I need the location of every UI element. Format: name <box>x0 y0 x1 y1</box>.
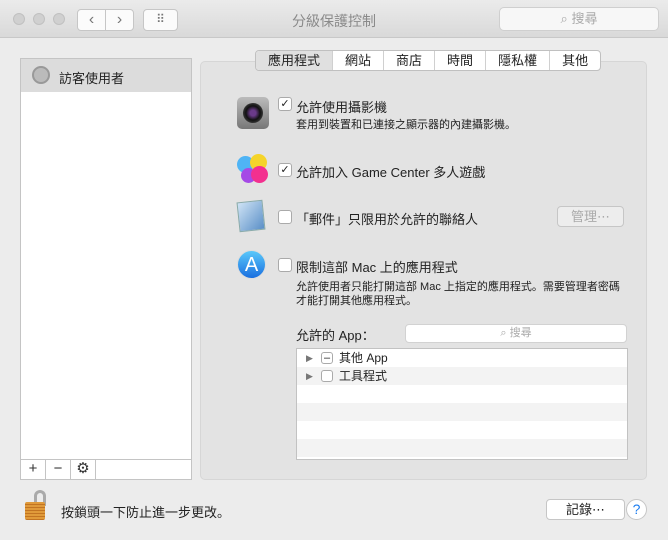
app-store-icon: A <box>237 250 266 279</box>
tab-privacy[interactable]: 隱私權 <box>486 51 551 70</box>
lock-text: 按鎖頭一下防止進一步更改。 <box>61 505 231 520</box>
list-item[interactable]: ▶ – 其他 App <box>297 349 627 367</box>
allowed-apps-search[interactable]: ⌕ 搜尋 <box>405 324 627 343</box>
help-button[interactable]: ? <box>626 499 647 520</box>
user-list: 訪客使用者 <box>20 58 192 460</box>
user-list-toolbar: + − ⚙ <box>20 459 192 480</box>
manage-contacts-button[interactable]: 管理⋯ <box>557 206 624 227</box>
remove-user-button[interactable]: − <box>46 460 71 479</box>
limit-apps-description-2: 才能打開其他應用程式。 <box>296 295 417 307</box>
tab-stores[interactable]: 商店 <box>384 51 436 70</box>
camera-checkbox[interactable]: ✓ <box>278 97 292 111</box>
other-apps-checkbox[interactable]: – <box>321 352 333 364</box>
tab-apps[interactable]: 應用程式 <box>256 51 334 70</box>
gear-icon[interactable]: ⚙ <box>71 460 96 479</box>
add-user-button[interactable]: + <box>21 460 46 479</box>
mail-label: 「郵件」只限用於允許的聯絡人 <box>296 212 479 227</box>
avatar <box>32 66 50 84</box>
disclosure-triangle-icon[interactable]: ▶ <box>306 349 313 367</box>
disclosure-triangle-icon[interactable]: ▶ <box>306 367 313 385</box>
mail-checkbox[interactable] <box>278 210 292 224</box>
list-item-label: 工具程式 <box>339 369 388 383</box>
game-center-checkbox[interactable]: ✓ <box>278 163 292 177</box>
search-icon: ⌕ <box>500 327 507 339</box>
tab-bar: 應用程式 網站 商店 時間 隱私權 其他 <box>255 50 602 71</box>
logs-button[interactable]: 記錄⋯ <box>546 499 625 520</box>
list-item-label: 其他 App <box>339 351 388 365</box>
allowed-apps-label: 允許的 App： <box>296 328 375 343</box>
tab-other[interactable]: 其他 <box>550 51 600 70</box>
game-center-label: 允許加入 Game Center 多人遊戲 <box>296 165 486 180</box>
utilities-checkbox[interactable] <box>321 370 333 382</box>
tab-time[interactable]: 時間 <box>435 51 487 70</box>
user-label: 訪客使用者 <box>59 71 125 86</box>
user-item-guest[interactable]: 訪客使用者 <box>21 59 191 92</box>
limit-apps-label: 限制這部 Mac 上的應用程式 <box>296 260 458 275</box>
tab-websites[interactable]: 網站 <box>333 51 385 70</box>
camera-icon <box>237 97 269 129</box>
camera-description: 套用到裝置和已連接之顯示器的內建攝影機。 <box>296 119 516 131</box>
search-placeholder: 搜尋 <box>571 11 598 26</box>
game-center-icon <box>237 154 269 186</box>
lock-icon[interactable] <box>24 490 48 520</box>
mail-icon <box>236 199 266 233</box>
limit-apps-checkbox[interactable] <box>278 258 292 272</box>
search-icon: ⌕ <box>560 11 568 26</box>
search-field[interactable]: ⌕ 搜尋 <box>499 7 659 31</box>
list-item[interactable]: ▶ 工具程式 <box>297 367 627 385</box>
allowed-apps-list: ▶ – 其他 App ▶ 工具程式 <box>296 348 628 460</box>
camera-label: 允許使用攝影機 <box>296 100 388 115</box>
search-placeholder: 搜尋 <box>509 327 532 339</box>
